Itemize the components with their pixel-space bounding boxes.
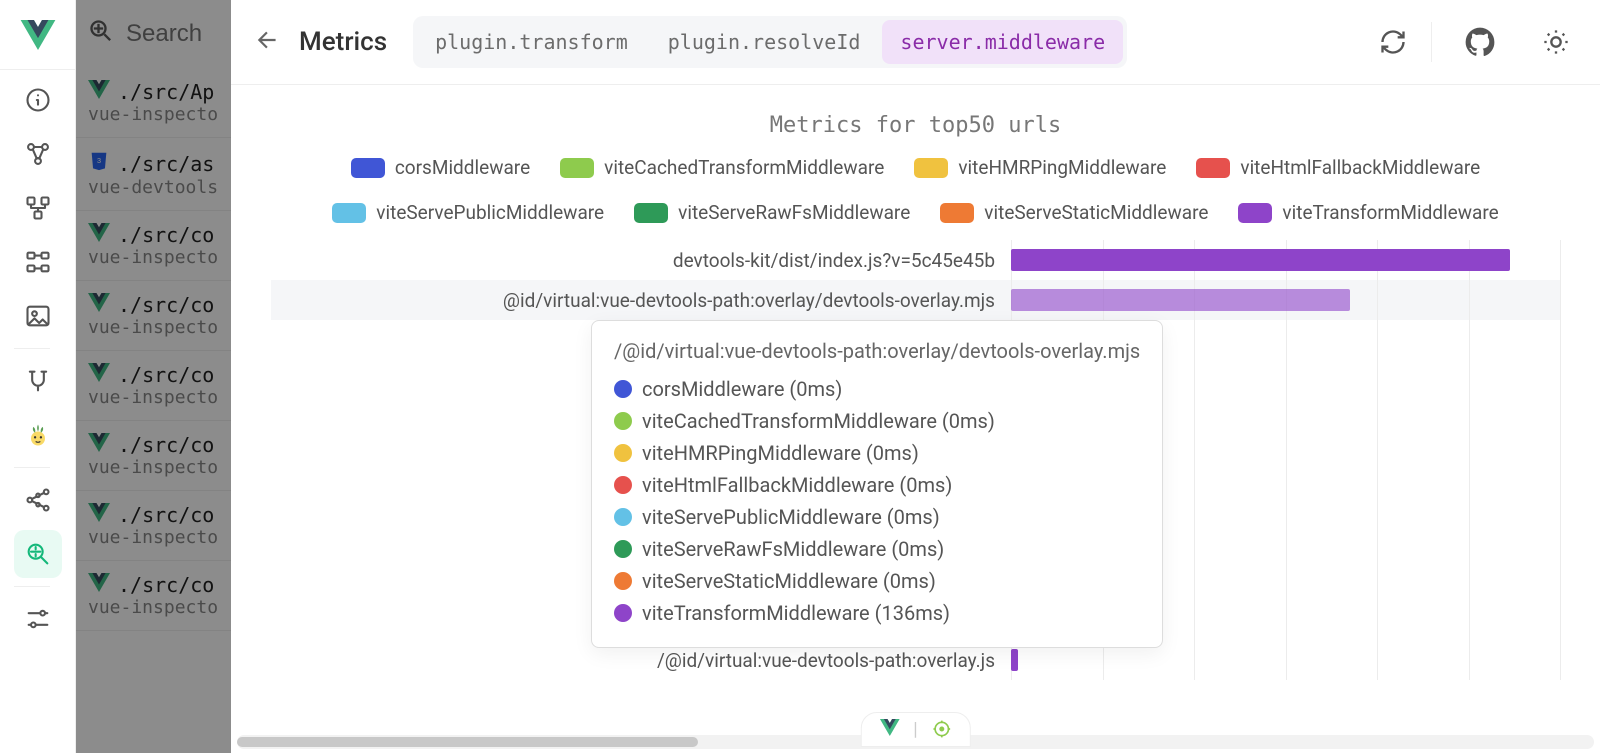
legend-label: viteServeRawFsMiddleware [678,201,910,224]
github-link[interactable] [1460,22,1500,62]
file-subtitle: vue-inspecto [88,597,219,618]
file-item[interactable]: 3 ./src/asvue-devtools [76,138,231,211]
legend-label: corsMiddleware [395,156,530,179]
file-type-icon [88,573,110,597]
file-subtitle: vue-inspecto [88,387,219,408]
legend-item[interactable]: viteHMRPingMiddleware [914,156,1166,179]
chart-row-label: @id/virtual:vue-devtools-path:overlay/de… [271,289,1011,312]
info-icon[interactable] [14,76,62,124]
theme-toggle[interactable] [1536,22,1576,62]
chart-tooltip: /@id/virtual:vue-devtools-path:overlay/d… [591,320,1163,648]
iconbar [0,0,76,753]
chart-title: Metrics for top50 urls [271,113,1560,138]
inspect-icon[interactable] [14,530,62,578]
file-item[interactable]: ./src/covue-inspecto [76,211,231,281]
tooltip-row: viteServeStaticMiddleware (0ms) [614,565,1140,597]
legend-item[interactable]: viteCachedTransformMiddleware [560,156,884,179]
legend-item[interactable]: viteServeStaticMiddleware [940,201,1208,224]
file-item[interactable]: ./src/covue-inspecto [76,491,231,561]
legend-item[interactable]: viteTransformMiddleware [1238,201,1498,224]
pinia-icon[interactable] [14,411,62,459]
vue-badge-icon [879,719,899,744]
legend-item[interactable]: viteHtmlFallbackMiddleware [1196,156,1480,179]
refresh-button[interactable] [1373,22,1413,62]
file-title: ./src/co [118,433,214,457]
chart-row[interactable]: devtools-kit/dist/index.js?v=5c45e45b [271,240,1560,280]
svg-text:3: 3 [97,156,101,165]
graph-icon[interactable] [14,476,62,524]
routes-icon[interactable] [14,238,62,286]
metric-tabs: plugin.transformplugin.resolveIdserver.m… [413,16,1127,68]
file-title: ./src/co [118,573,214,597]
tab-server-middleware[interactable]: server.middleware [882,20,1123,64]
chart-row[interactable]: @id/virtual:vue-devtools-path:overlay/de… [271,280,1560,320]
file-type-icon [88,503,110,527]
legend-item[interactable]: viteServeRawFsMiddleware [634,201,910,224]
tab-plugin-resolveId[interactable]: plugin.resolveId [650,20,879,64]
tooltip-row: viteHtmlFallbackMiddleware (0ms) [614,469,1140,501]
tab-plugin-transform[interactable]: plugin.transform [417,20,646,64]
topbar: Metrics plugin.transformplugin.resolveId… [231,0,1600,85]
timeline-icon[interactable] [14,357,62,405]
legend-label: viteHtmlFallbackMiddleware [1240,156,1480,179]
chart-row-label: devtools-kit/dist/index.js?v=5c45e45b [271,249,1011,272]
settings-icon[interactable] [14,595,62,643]
tooltip-row: viteServeRawFsMiddleware (0ms) [614,533,1140,565]
file-type-icon [88,363,110,387]
file-subtitle: vue-inspecto [88,527,219,548]
chart-bar[interactable] [1011,249,1510,271]
file-item[interactable]: ./src/covue-inspecto [76,421,231,491]
tooltip-row: viteTransformMiddleware (136ms) [614,597,1140,629]
target-badge-icon [932,719,952,744]
legend-item[interactable]: viteServePublicMiddleware [332,201,604,224]
file-type-icon: 3 [88,150,110,177]
back-button[interactable] [255,27,281,57]
tooltip-row: corsMiddleware (0ms) [614,373,1140,405]
legend-label: viteServePublicMiddleware [376,201,604,224]
legend-label: viteTransformMiddleware [1282,201,1498,224]
file-search-input[interactable] [126,20,206,48]
file-type-icon [88,433,110,457]
file-item[interactable]: ./src/covue-inspecto [76,561,231,631]
page-title: Metrics [299,27,387,57]
legend-label: viteHMRPingMiddleware [958,156,1166,179]
file-subtitle: vue-inspecto [88,317,219,338]
file-subtitle: vue-inspecto [88,104,219,125]
chart-legend: corsMiddleware viteCachedTransformMiddlew… [316,156,1516,224]
tooltip-row: viteHMRPingMiddleware (0ms) [614,437,1140,469]
file-title: ./src/as [118,152,214,176]
file-title: ./src/co [118,293,214,317]
tooltip-row: viteCachedTransformMiddleware (0ms) [614,405,1140,437]
floating-badges: | [860,712,970,747]
file-subtitle: vue-inspecto [88,457,219,478]
components-icon[interactable] [14,130,62,178]
file-title: ./src/co [118,223,214,247]
file-title: ./src/co [118,503,214,527]
vue-logo [0,0,75,70]
legend-label: viteCachedTransformMiddleware [604,156,884,179]
legend-item[interactable]: corsMiddleware [351,156,530,179]
tooltip-row: viteServePublicMiddleware (0ms) [614,501,1140,533]
file-item[interactable]: ./src/Apvue-inspecto [76,68,231,138]
file-subtitle: vue-inspecto [88,247,219,268]
tooltip-title: /@id/virtual:vue-devtools-path:overlay/d… [614,339,1140,363]
chart-row-label: /@id/virtual:vue-devtools-path:overlay.j… [271,649,1011,672]
file-type-icon [88,223,110,247]
chart-bar[interactable] [1011,649,1018,671]
main-panel: Metrics plugin.transformplugin.resolveId… [231,0,1600,753]
file-type-icon [88,293,110,317]
file-subtitle: vue-devtools [88,177,219,198]
file-title: ./src/Ap [118,80,214,104]
file-item[interactable]: ./src/covue-inspecto [76,351,231,421]
file-type-icon [88,80,110,104]
assets-icon[interactable] [14,292,62,340]
tree-icon[interactable] [14,184,62,232]
files-panel: ./src/Apvue-inspecto3./src/asvue-devtool… [76,0,231,753]
chart-bar[interactable] [1011,289,1350,311]
file-title: ./src/co [118,363,214,387]
legend-label: viteServeStaticMiddleware [984,201,1208,224]
file-item[interactable]: ./src/covue-inspecto [76,281,231,351]
filter-icon[interactable] [88,18,116,50]
